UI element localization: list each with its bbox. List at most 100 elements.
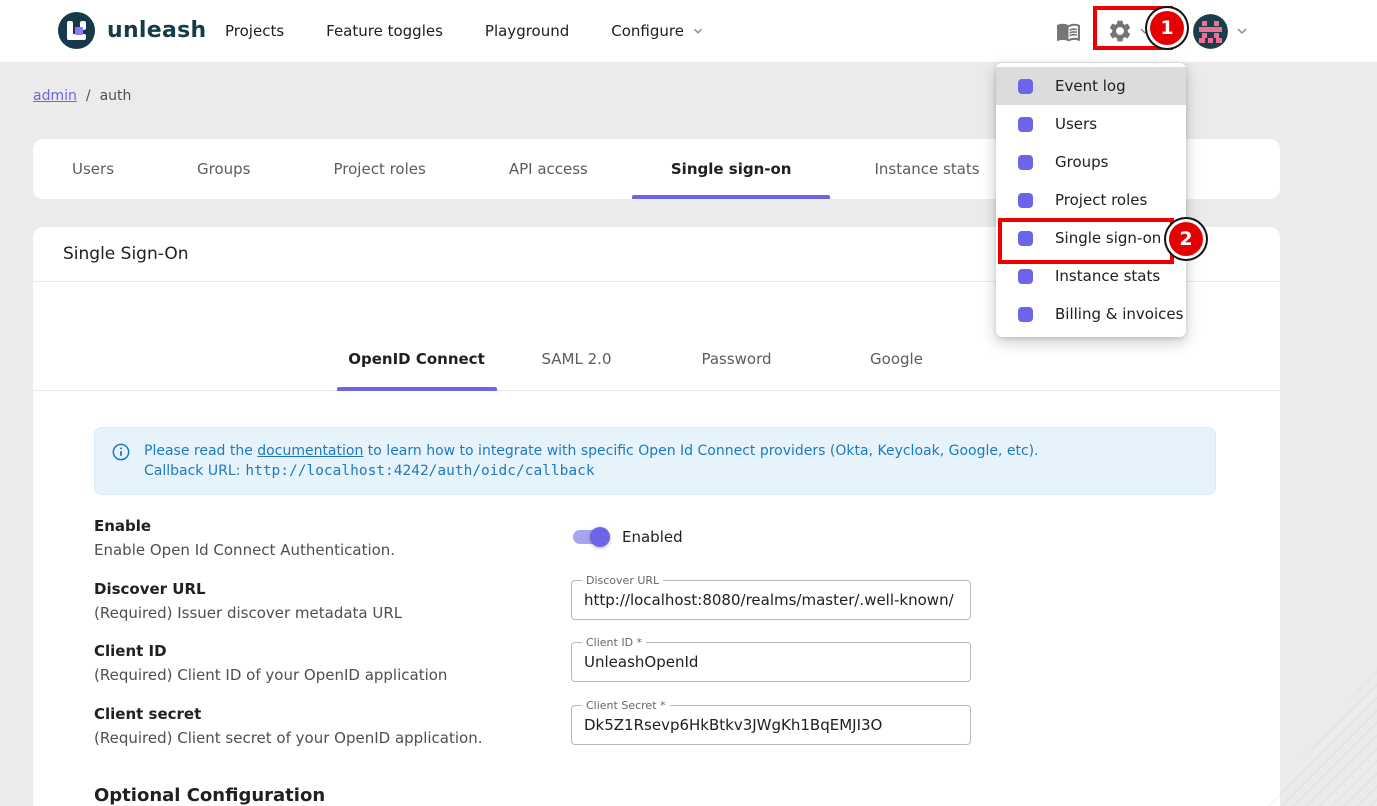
nav-playground[interactable]: Playground: [485, 22, 569, 40]
menu-square-icon: [1018, 193, 1033, 208]
breadcrumb: admin / auth: [33, 88, 131, 104]
documentation-link[interactable]: documentation: [257, 443, 363, 459]
tab-users-label: Users: [72, 160, 114, 178]
brand-name: unleash: [107, 18, 207, 43]
enable-state-label: Enabled: [622, 528, 683, 546]
client-secret-labels: Client secret (Required) Client secret o…: [94, 705, 571, 747]
alert-text-after: to learn how to integrate with specific …: [363, 443, 1038, 459]
menu-item-single-sign-on-label: Single sign-on: [1055, 229, 1161, 247]
subtab-saml[interactable]: SAML 2.0: [497, 328, 657, 390]
subtab-password[interactable]: Password: [657, 328, 817, 390]
info-alert: Please read the documentation to learn h…: [94, 427, 1216, 495]
unleash-logo-icon: [58, 12, 95, 49]
background-corner-art: [1267, 666, 1377, 806]
tab-single-sign-on[interactable]: Single sign-on: [632, 139, 831, 199]
menu-item-users[interactable]: Users: [996, 105, 1186, 143]
breadcrumb-admin-link[interactable]: admin: [33, 88, 77, 104]
enable-labels: Enable Enable Open Id Connect Authentica…: [94, 517, 571, 559]
enable-row: Enable Enable Open Id Connect Authentica…: [94, 517, 1280, 559]
subtab-saml-label: SAML 2.0: [542, 350, 612, 368]
user-avatar[interactable]: [1193, 14, 1228, 49]
nav-projects[interactable]: Projects: [225, 22, 284, 40]
annotation-badge-1: 1: [1150, 11, 1184, 45]
optional-configuration-heading: Optional Configuration: [94, 785, 1280, 806]
annotation-badge-2: 2: [1169, 222, 1203, 256]
chevron-down-icon: [691, 24, 705, 38]
tab-users[interactable]: Users: [33, 139, 153, 199]
nav-feature-toggles-label: Feature toggles: [326, 22, 443, 40]
menu-square-icon: [1018, 307, 1033, 322]
client-secret-row: Client secret (Required) Client secret o…: [94, 705, 1280, 747]
menu-item-billing-invoices[interactable]: Billing & invoices: [996, 295, 1186, 333]
menu-square-icon: [1018, 155, 1033, 170]
callback-url-value: http://localhost:4242/auth/oidc/callback: [245, 463, 594, 479]
subtab-google[interactable]: Google: [817, 328, 977, 390]
callback-url-label: Callback URL:: [144, 463, 240, 479]
tab-instance-stats[interactable]: Instance stats: [835, 139, 1018, 199]
documentation-book-icon[interactable]: [1056, 19, 1081, 44]
discover-url-row: Discover URL (Required) Issuer discover …: [94, 580, 1280, 622]
client-id-description: (Required) Client ID of your OpenID appl…: [94, 666, 571, 684]
menu-item-instance-stats[interactable]: Instance stats: [996, 257, 1186, 295]
menu-item-project-roles[interactable]: Project roles: [996, 181, 1186, 219]
client-id-row: Client ID (Required) Client ID of your O…: [94, 642, 1280, 684]
enable-toggle[interactable]: [573, 527, 607, 547]
alert-text: Please read the documentation to learn h…: [144, 441, 1039, 481]
nav-configure[interactable]: Configure: [611, 22, 705, 40]
menu-square-icon: [1018, 231, 1033, 246]
menu-item-event-log[interactable]: Event log: [996, 67, 1186, 105]
profile-chevron-down-icon[interactable]: [1234, 23, 1250, 39]
nav-playground-label: Playground: [485, 22, 569, 40]
client-secret-input-label: Client Secret *: [582, 699, 670, 712]
menu-item-instance-stats-label: Instance stats: [1055, 267, 1160, 285]
discover-url-label: Discover URL: [94, 580, 571, 598]
breadcrumb-separator: /: [86, 88, 91, 104]
tab-api-access-label: API access: [509, 160, 588, 178]
menu-item-single-sign-on[interactable]: Single sign-on: [996, 219, 1186, 257]
menu-item-groups-label: Groups: [1055, 153, 1108, 171]
toggle-thumb: [590, 527, 610, 547]
menu-item-billing-invoices-label: Billing & invoices: [1055, 305, 1183, 323]
client-id-field: Client ID *: [571, 642, 971, 682]
subtab-openid-connect[interactable]: OpenID Connect: [337, 328, 497, 390]
client-secret-label: Client secret: [94, 705, 571, 723]
tab-groups-label: Groups: [197, 160, 250, 178]
subtab-password-label: Password: [701, 350, 771, 368]
discover-url-input-label: Discover URL: [582, 574, 663, 587]
unleash-logo[interactable]: unleash: [58, 12, 207, 49]
nav-projects-label: Projects: [225, 22, 284, 40]
discover-url-field: Discover URL: [571, 580, 971, 620]
menu-square-icon: [1018, 117, 1033, 132]
alert-text-before: Please read the: [144, 443, 257, 459]
active-subtab-indicator: [337, 387, 497, 391]
settings-dropdown-menu: Event log Users Groups Project roles Sin…: [996, 63, 1186, 337]
menu-item-users-label: Users: [1055, 115, 1097, 133]
active-tab-indicator: [632, 195, 831, 199]
client-id-labels: Client ID (Required) Client ID of your O…: [94, 642, 571, 684]
menu-item-groups[interactable]: Groups: [996, 143, 1186, 181]
avatar-identicon-icon: [1193, 14, 1228, 49]
tab-project-roles[interactable]: Project roles: [295, 139, 465, 199]
client-id-label: Client ID: [94, 642, 571, 660]
client-secret-description: (Required) Client secret of your OpenID …: [94, 729, 571, 747]
menu-square-icon: [1018, 269, 1033, 284]
tab-single-sign-on-label: Single sign-on: [671, 160, 792, 178]
tab-api-access[interactable]: API access: [470, 139, 627, 199]
menu-item-event-log-label: Event log: [1055, 77, 1126, 95]
tab-project-roles-label: Project roles: [334, 160, 426, 178]
menu-square-icon: [1018, 79, 1033, 94]
nav-feature-toggles[interactable]: Feature toggles: [326, 22, 443, 40]
enable-description: Enable Open Id Connect Authentication.: [94, 541, 571, 559]
page-title: Single Sign-On: [63, 244, 189, 264]
discover-url-description: (Required) Issuer discover metadata URL: [94, 604, 571, 622]
settings-gear-icon[interactable]: [1107, 18, 1133, 44]
enable-label: Enable: [94, 517, 571, 535]
menu-item-project-roles-label: Project roles: [1055, 191, 1147, 209]
tab-groups[interactable]: Groups: [158, 139, 289, 199]
breadcrumb-current: auth: [100, 88, 132, 104]
info-icon: [111, 442, 131, 462]
nav-configure-label: Configure: [611, 22, 684, 40]
enable-switch-group: Enabled: [571, 515, 683, 559]
subtab-google-label: Google: [870, 350, 923, 368]
discover-url-labels: Discover URL (Required) Issuer discover …: [94, 580, 571, 622]
